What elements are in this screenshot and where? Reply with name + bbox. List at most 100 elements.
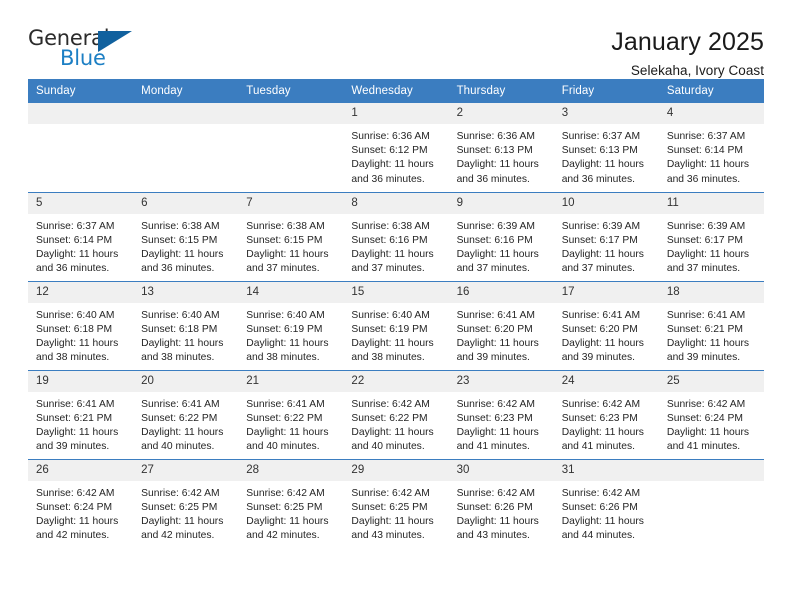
- day-details: Sunrise: 6:40 AM Sunset: 6:18 PM Daylight:…: [133, 303, 238, 366]
- sunrise-text: Sunrise: 6:42 AM: [351, 398, 430, 410]
- daylight-text-line2: and 37 minutes.: [351, 263, 425, 275]
- sunrise-text: Sunrise: 6:41 AM: [246, 398, 325, 410]
- daylight-text-line1: Daylight: 11 hours: [141, 248, 224, 260]
- daylight-text-line1: Daylight: 11 hours: [561, 159, 644, 171]
- daylight-text-line1: Daylight: 11 hours: [666, 248, 750, 260]
- calendar-day-cell[interactable]: 29 Sunrise: 6:42 AM Sunset: 6:25 PM Dayligh…: [343, 458, 449, 548]
- day-number: 6: [133, 192, 239, 214]
- calendar-day-cell[interactable]: 25 Sunrise: 6:42 AM Sunset: 6:24 PM Dayligh…: [658, 369, 764, 459]
- calendar-day-cell[interactable]: 26 Sunrise: 6:42 AM Sunset: 6:24 PM Dayligh…: [28, 458, 134, 548]
- sunset-text: Sunset: 6:24 PM: [36, 501, 113, 513]
- day-details: Sunrise: 6:39 AM Sunset: 6:17 PM Daylight:…: [659, 214, 764, 277]
- sunrise-text: Sunrise: 6:42 AM: [351, 487, 430, 499]
- day-details: Sunrise: 6:36 AM Sunset: 6:12 PM Daylight:…: [343, 124, 448, 187]
- day-number: 13: [133, 281, 239, 303]
- calendar-day-cell[interactable]: 8 Sunrise: 6:38 AM Sunset: 6:16 PM Daylight…: [343, 191, 449, 281]
- sunset-text: Sunset: 6:13 PM: [456, 145, 533, 157]
- sunrise-text: Sunrise: 6:42 AM: [456, 487, 535, 499]
- sunset-text: Sunset: 6:21 PM: [36, 412, 113, 424]
- calendar-day-cell[interactable]: 28 Sunrise: 6:42 AM Sunset: 6:25 PM Dayligh…: [238, 458, 344, 548]
- day-number: [28, 103, 134, 124]
- daylight-text-line1: Daylight: 11 hours: [246, 248, 329, 260]
- sunset-text: Sunset: 6:22 PM: [351, 412, 428, 424]
- daylight-text-line1: Daylight: 11 hours: [351, 426, 434, 438]
- day-number: [238, 103, 344, 124]
- day-details: Sunrise: 6:40 AM Sunset: 6:19 PM Daylight:…: [238, 303, 343, 366]
- calendar-day-cell[interactable]: 17 Sunrise: 6:41 AM Sunset: 6:20 PM Dayligh…: [553, 280, 659, 370]
- day-details: Sunrise: 6:38 AM Sunset: 6:15 PM Daylight:…: [238, 214, 343, 277]
- daylight-text-line1: Daylight: 11 hours: [561, 426, 644, 438]
- calendar-day-cell[interactable]: 7 Sunrise: 6:38 AM Sunset: 6:15 PM Daylight…: [238, 191, 344, 281]
- calendar-day-cell[interactable]: 18 Sunrise: 6:41 AM Sunset: 6:21 PM Dayligh…: [658, 280, 764, 370]
- calendar-day-cell[interactable]: 27 Sunrise: 6:42 AM Sunset: 6:25 PM Dayligh…: [133, 458, 239, 548]
- day-details: Sunrise: 6:41 AM Sunset: 6:22 PM Daylight:…: [133, 392, 238, 455]
- daylight-text-line1: Daylight: 11 hours: [351, 337, 434, 349]
- sunrise-text: Sunrise: 6:40 AM: [351, 309, 430, 321]
- brand-logo[interactable]: General Blue: [28, 26, 140, 72]
- day-number: 11: [658, 192, 764, 214]
- calendar-day-cell[interactable]: 1 Sunrise: 6:36 AM Sunset: 6:12 PM Daylight…: [343, 103, 449, 192]
- daylight-text-line1: Daylight: 11 hours: [666, 426, 750, 438]
- daylight-text-line2: and 40 minutes.: [246, 441, 320, 453]
- day-number: 20: [133, 370, 239, 392]
- daylight-text-line2: and 37 minutes.: [456, 263, 530, 275]
- day-details: Sunrise: 6:41 AM Sunset: 6:21 PM Daylight:…: [28, 392, 133, 455]
- sunset-text: Sunset: 6:18 PM: [141, 323, 218, 335]
- calendar-day-cell[interactable]: 15 Sunrise: 6:40 AM Sunset: 6:19 PM Dayligh…: [343, 280, 449, 370]
- day-details: Sunrise: 6:41 AM Sunset: 6:20 PM Daylight:…: [449, 303, 554, 366]
- sunrise-text: Sunrise: 6:42 AM: [36, 487, 115, 499]
- weekday-header-thursday: Thursday: [448, 79, 554, 103]
- calendar-day-cell[interactable]: 3 Sunrise: 6:37 AM Sunset: 6:13 PM Daylight…: [553, 103, 659, 192]
- daylight-text-line2: and 39 minutes.: [36, 441, 110, 453]
- calendar-day-cell[interactable]: 24 Sunrise: 6:42 AM Sunset: 6:23 PM Dayligh…: [553, 369, 659, 459]
- calendar-week-row: 26 Sunrise: 6:42 AM Sunset: 6:24 PM Dayligh…: [28, 458, 764, 548]
- calendar-day-cell[interactable]: 4 Sunrise: 6:37 AM Sunset: 6:14 PM Daylight…: [658, 103, 764, 192]
- calendar-day-cell[interactable]: 19 Sunrise: 6:41 AM Sunset: 6:21 PM Dayligh…: [28, 369, 134, 459]
- calendar-day-cell-empty: [28, 103, 134, 192]
- day-number: 23: [448, 370, 554, 392]
- calendar-day-cell[interactable]: 12 Sunrise: 6:40 AM Sunset: 6:18 PM Dayligh…: [28, 280, 134, 370]
- daylight-text-line1: Daylight: 11 hours: [456, 159, 539, 171]
- calendar-day-cell[interactable]: 22 Sunrise: 6:42 AM Sunset: 6:22 PM Dayligh…: [343, 369, 449, 459]
- day-number: 1: [343, 103, 449, 124]
- sunset-text: Sunset: 6:23 PM: [456, 412, 533, 424]
- weekday-header-friday: Friday: [553, 79, 659, 103]
- day-number: 29: [343, 459, 449, 481]
- sunrise-text: Sunrise: 6:37 AM: [561, 131, 641, 142]
- sunrise-text: Sunrise: 6:41 AM: [456, 309, 535, 321]
- day-details: Sunrise: 6:42 AM Sunset: 6:22 PM Daylight:…: [343, 392, 448, 455]
- sunrise-text: Sunrise: 6:40 AM: [141, 309, 220, 321]
- calendar-day-cell[interactable]: 14 Sunrise: 6:40 AM Sunset: 6:19 PM Dayligh…: [238, 280, 344, 370]
- daylight-text-line1: Daylight: 11 hours: [141, 337, 224, 349]
- day-number: 22: [343, 370, 449, 392]
- day-number: 10: [553, 192, 659, 214]
- sunset-text: Sunset: 6:17 PM: [666, 234, 743, 246]
- calendar-day-cell[interactable]: 23 Sunrise: 6:42 AM Sunset: 6:23 PM Dayligh…: [448, 369, 554, 459]
- sunrise-text: Sunrise: 6:41 AM: [141, 398, 220, 410]
- daylight-text-line1: Daylight: 11 hours: [351, 248, 434, 260]
- day-number: 5: [28, 192, 134, 214]
- sunrise-text: Sunrise: 6:42 AM: [561, 487, 641, 499]
- day-number: 12: [28, 281, 134, 303]
- calendar-day-cell[interactable]: 11 Sunrise: 6:39 AM Sunset: 6:17 PM Dayligh…: [658, 191, 764, 281]
- daylight-text-line2: and 42 minutes.: [246, 530, 320, 542]
- daylight-text-line1: Daylight: 11 hours: [36, 515, 119, 527]
- calendar-day-cell[interactable]: 21 Sunrise: 6:41 AM Sunset: 6:22 PM Dayligh…: [238, 369, 344, 459]
- calendar-day-cell[interactable]: 9 Sunrise: 6:39 AM Sunset: 6:16 PM Daylight…: [448, 191, 554, 281]
- calendar-day-cell[interactable]: 16 Sunrise: 6:41 AM Sunset: 6:20 PM Dayligh…: [448, 280, 554, 370]
- calendar-day-cell[interactable]: 5 Sunrise: 6:37 AM Sunset: 6:14 PM Daylight…: [28, 191, 134, 281]
- calendar-day-cell[interactable]: 10 Sunrise: 6:39 AM Sunset: 6:17 PM Dayligh…: [553, 191, 659, 281]
- calendar-week-row: 5 Sunrise: 6:37 AM Sunset: 6:14 PM Daylight…: [28, 191, 764, 281]
- sunrise-text: Sunrise: 6:42 AM: [666, 398, 746, 410]
- day-details: Sunrise: 6:42 AM Sunset: 6:25 PM Daylight:…: [343, 481, 448, 544]
- calendar-day-cell[interactable]: 6 Sunrise: 6:38 AM Sunset: 6:15 PM Daylight…: [133, 191, 239, 281]
- sunrise-text: Sunrise: 6:42 AM: [141, 487, 220, 499]
- sunset-text: Sunset: 6:25 PM: [141, 501, 218, 513]
- calendar-day-cell[interactable]: 13 Sunrise: 6:40 AM Sunset: 6:18 PM Dayligh…: [133, 280, 239, 370]
- calendar-day-cell[interactable]: 20 Sunrise: 6:41 AM Sunset: 6:22 PM Dayligh…: [133, 369, 239, 459]
- calendar-day-cell[interactable]: 2 Sunrise: 6:36 AM Sunset: 6:13 PM Daylight…: [448, 103, 554, 192]
- daylight-text-line2: and 37 minutes.: [561, 263, 635, 275]
- calendar-day-cell[interactable]: 31 Sunrise: 6:42 AM Sunset: 6:26 PM Dayligh…: [553, 458, 659, 548]
- calendar-day-cell[interactable]: 30 Sunrise: 6:42 AM Sunset: 6:26 PM Dayligh…: [448, 458, 554, 548]
- sunrise-text: Sunrise: 6:36 AM: [456, 131, 535, 142]
